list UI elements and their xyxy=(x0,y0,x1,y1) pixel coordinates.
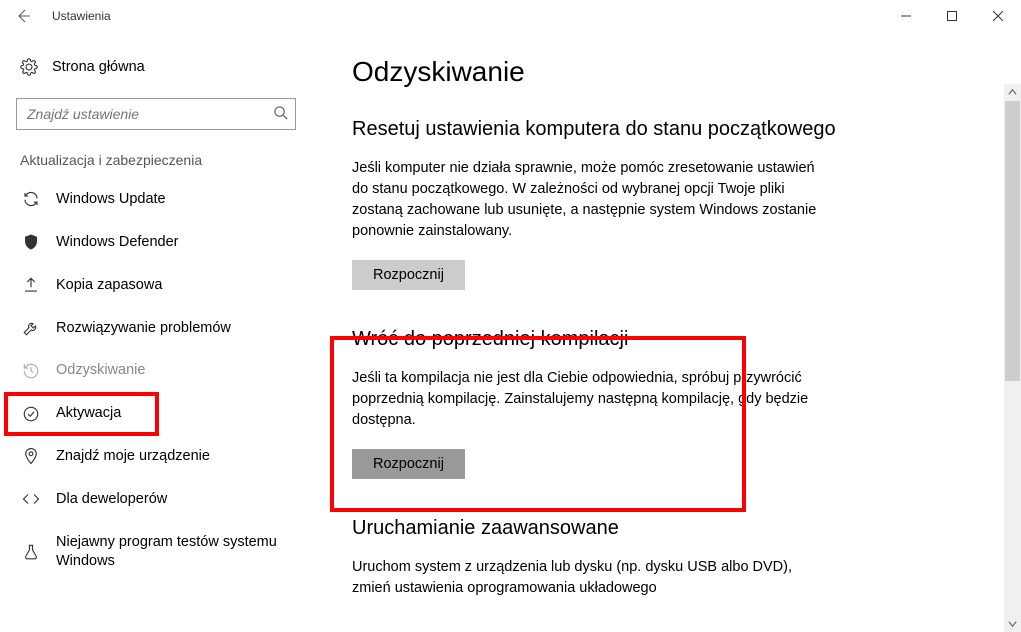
sidebar-item-label: Dla deweloperów xyxy=(56,490,294,509)
section-title: Resetuj ustawienia komputera do stanu po… xyxy=(352,116,961,142)
section-advanced-startup: Uruchamianie zaawansowane Uruchom system… xyxy=(352,515,961,599)
scroll-down-button[interactable] xyxy=(1004,615,1021,632)
window-title: Ustawienia xyxy=(52,9,111,23)
minimize-button[interactable] xyxy=(883,1,929,31)
sidebar-item-activation[interactable]: Aktywacja xyxy=(0,392,312,435)
check-circle-icon xyxy=(22,405,40,423)
main-content: Odzyskiwanie Resetuj ustawienia komputer… xyxy=(312,32,1021,632)
reset-pc-start-button[interactable]: Rozpocznij xyxy=(352,260,465,290)
sidebar-item-backup[interactable]: Kopia zapasowa xyxy=(0,264,312,307)
vertical-scrollbar[interactable] xyxy=(1004,84,1021,632)
close-button[interactable] xyxy=(975,1,1021,31)
sidebar-item-recovery[interactable]: Odzyskiwanie xyxy=(0,349,312,392)
sidebar-item-insider[interactable]: Niejawny program testów systemu Windows xyxy=(0,521,312,583)
sidebar-item-windows-update[interactable]: Windows Update xyxy=(0,178,312,221)
minimize-icon xyxy=(901,11,911,21)
section-desc: Jeśli komputer nie działa sprawnie, może… xyxy=(352,158,832,242)
shield-icon xyxy=(22,233,40,251)
group-header: Aktualizacja i zabezpieczenia xyxy=(0,152,312,178)
home-link[interactable]: Strona główna xyxy=(0,50,312,84)
section-title: Wróć do poprzedniej kompilacji xyxy=(352,326,961,352)
scrollbar-thumb[interactable] xyxy=(1005,101,1020,381)
sync-icon xyxy=(22,190,40,208)
sidebar-item-label: Windows Defender xyxy=(56,233,294,252)
maximize-icon xyxy=(947,11,957,21)
sidebar: Strona główna Aktualizacja i zabezpiecze… xyxy=(0,32,312,632)
page-title: Odzyskiwanie xyxy=(352,56,961,88)
sidebar-item-label: Znajdź moje urządzenie xyxy=(56,447,294,466)
sidebar-item-label: Windows Update xyxy=(56,190,294,209)
back-button[interactable] xyxy=(8,1,38,31)
sidebar-item-label: Rozwiązywanie problemów xyxy=(56,319,294,338)
chevron-up-icon xyxy=(1008,88,1017,97)
scroll-up-button[interactable] xyxy=(1004,84,1021,101)
home-label: Strona główna xyxy=(52,59,145,75)
wrench-icon xyxy=(22,319,40,337)
location-icon xyxy=(22,447,40,465)
sidebar-item-developers[interactable]: Dla deweloperów xyxy=(0,478,312,521)
sidebar-item-label: Odzyskiwanie xyxy=(56,361,294,380)
sidebar-item-defender[interactable]: Windows Defender xyxy=(0,221,312,264)
code-icon xyxy=(22,490,40,508)
section-go-back: Wróć do poprzedniej kompilacji Jeśli ta … xyxy=(352,326,961,479)
close-icon xyxy=(993,11,1003,21)
go-back-start-button[interactable]: Rozpocznij xyxy=(352,449,465,479)
section-title: Uruchamianie zaawansowane xyxy=(352,515,961,541)
lab-icon xyxy=(22,543,40,561)
section-desc: Uruchom system z urządzenia lub dysku (n… xyxy=(352,557,832,599)
window-controls xyxy=(883,1,1021,31)
titlebar: Ustawienia xyxy=(0,0,1021,32)
search-input[interactable] xyxy=(16,98,296,130)
arrow-left-icon xyxy=(15,8,31,24)
search-icon xyxy=(273,105,288,123)
sidebar-item-troubleshoot[interactable]: Rozwiązywanie problemów xyxy=(0,307,312,350)
upload-icon xyxy=(22,276,40,294)
sidebar-item-label: Niejawny program testów systemu Windows xyxy=(56,533,294,571)
maximize-button[interactable] xyxy=(929,1,975,31)
section-reset-pc: Resetuj ustawienia komputera do stanu po… xyxy=(352,116,961,290)
gear-icon xyxy=(20,58,38,76)
sidebar-item-label: Aktywacja xyxy=(56,404,294,423)
section-desc: Jeśli ta kompilacja nie jest dla Ciebie … xyxy=(352,368,832,431)
chevron-down-icon xyxy=(1008,619,1017,628)
app-body: Strona główna Aktualizacja i zabezpiecze… xyxy=(0,32,1021,632)
search-wrap xyxy=(16,98,296,130)
sidebar-item-find-device[interactable]: Znajdź moje urządzenie xyxy=(0,435,312,478)
sidebar-item-label: Kopia zapasowa xyxy=(56,276,294,295)
history-icon xyxy=(22,362,40,380)
